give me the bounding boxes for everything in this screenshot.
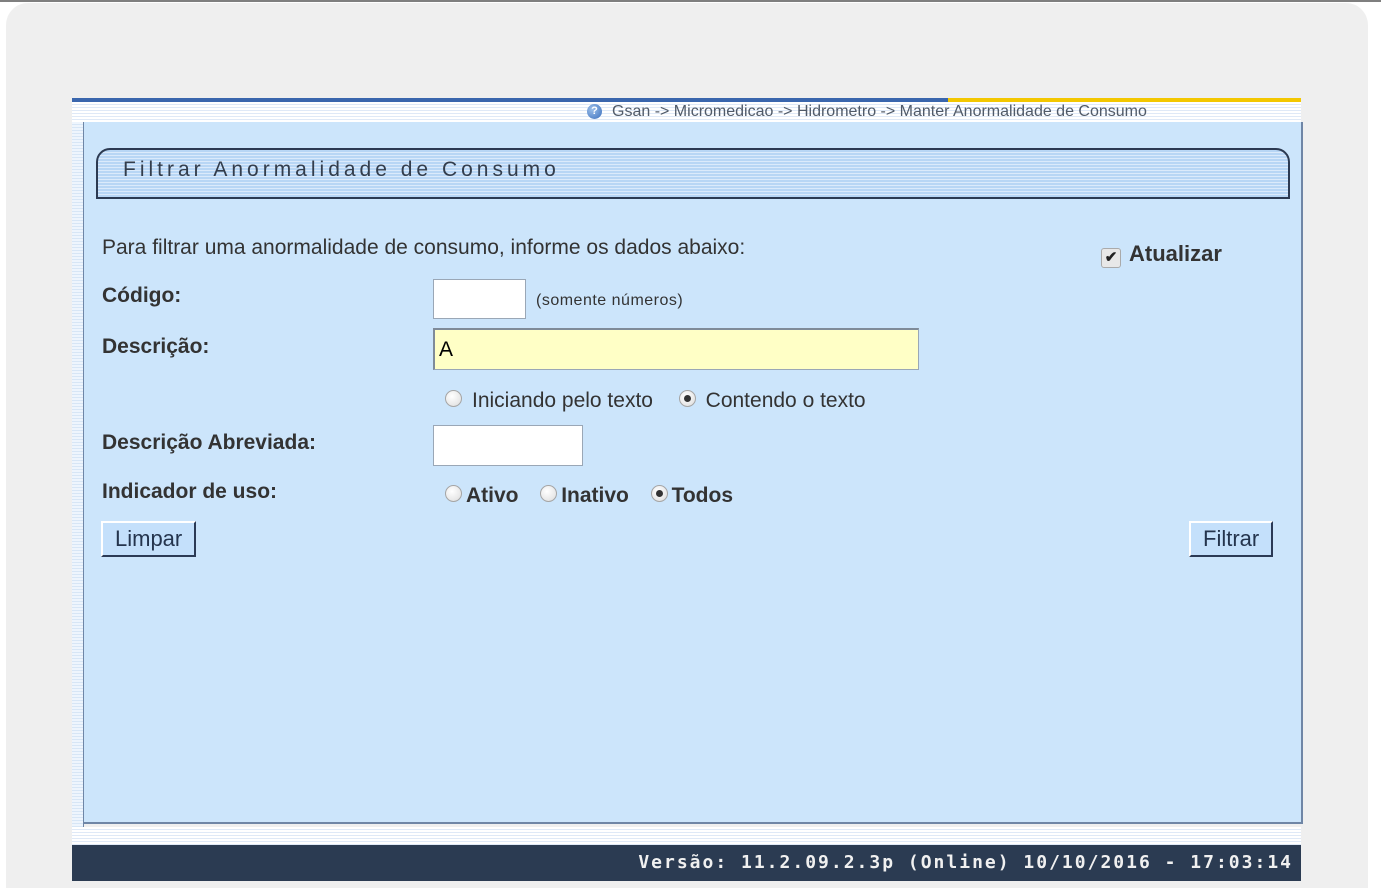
- window-top-border: [0, 0, 1381, 2]
- codigo-input[interactable]: [433, 279, 526, 319]
- filtrar-button[interactable]: Filtrar: [1189, 521, 1274, 557]
- descricao-match-options: Iniciando pelo texto Contendo o texto: [445, 389, 866, 413]
- descricao-abreviada-input[interactable]: [433, 425, 583, 466]
- help-circle-icon[interactable]: ?: [587, 104, 602, 119]
- radio-inativo[interactable]: [540, 485, 558, 502]
- atualizar-checkbox[interactable]: ✔ Atualizar: [1101, 241, 1222, 268]
- radio-todos-label[interactable]: Todos: [672, 484, 733, 507]
- limpar-button[interactable]: Limpar: [101, 521, 197, 557]
- radio-ativo-label[interactable]: Ativo: [466, 484, 519, 507]
- descricao-abreviada-label: Descrição Abreviada:: [102, 431, 316, 454]
- footer-strip: [72, 827, 1301, 845]
- codigo-hint: (somente números): [536, 292, 684, 309]
- instructions-text: Para filtrar uma anormalidade de consumo…: [102, 236, 746, 259]
- version-text: Versão: 11.2.09.2.3p (Online) 10/10/2016…: [638, 852, 1293, 873]
- radio-ativo[interactable]: [445, 485, 462, 502]
- checkbox-checked-icon[interactable]: ✔: [1101, 248, 1121, 268]
- footer-bar: Versão: 11.2.09.2.3p (Online) 10/10/2016…: [72, 845, 1301, 881]
- radio-iniciando-label[interactable]: Iniciando pelo texto: [472, 389, 653, 412]
- radio-todos[interactable]: [650, 485, 668, 502]
- radio-iniciando[interactable]: [445, 390, 462, 407]
- panel-left-border: [83, 122, 84, 827]
- codigo-label: Código:: [102, 284, 182, 307]
- radio-contendo[interactable]: [678, 390, 696, 407]
- descricao-input[interactable]: [433, 328, 919, 370]
- indicador-uso-options: Ativo Inativo Todos: [445, 484, 733, 508]
- breadcrumb: Gsan -> Micromedicao -> Hidrometro -> Ma…: [612, 103, 1147, 120]
- page-title: Filtrar Anormalidade de Consumo: [123, 158, 560, 181]
- atualizar-label: Atualizar: [1129, 241, 1222, 266]
- main-panel: [72, 122, 1303, 824]
- radio-contendo-label[interactable]: Contendo o texto: [706, 389, 866, 412]
- panel-left-strip: [72, 122, 83, 827]
- descricao-label: Descrição:: [102, 335, 210, 358]
- radio-inativo-label[interactable]: Inativo: [561, 484, 629, 507]
- indicador-uso-label: Indicador de uso:: [102, 480, 278, 503]
